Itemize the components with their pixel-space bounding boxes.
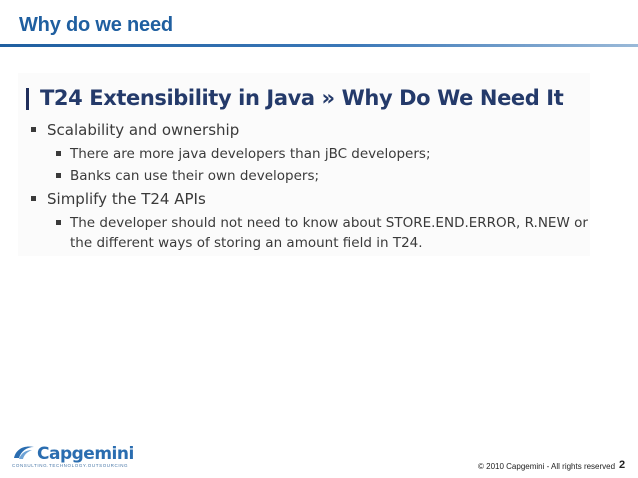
bullet-continuation: the different ways of storing an amount … [70, 235, 423, 251]
bullet-square-icon [56, 173, 61, 178]
section-heading: T24 Extensibility in Java » Why Do We Ne… [40, 86, 564, 110]
bullet-square-icon [56, 220, 61, 225]
bullet-item: There are more java developers than jBC … [56, 146, 431, 162]
copyright-notice: © 2010 Capgemini - All rights reserved [478, 462, 616, 471]
bullet-text: the different ways of storing an amount … [70, 235, 423, 251]
bullet-item: Scalability and ownership [31, 121, 240, 139]
bullet-item: The developer should not need to know ab… [56, 215, 588, 231]
bullet-text: Scalability and ownership [47, 121, 240, 139]
bullet-text: There are more java developers than jBC … [70, 146, 431, 162]
page-number: 2 [619, 459, 626, 471]
bullet-text: Simplify the T24 APIs [47, 190, 206, 208]
bullet-square-icon [31, 196, 36, 201]
bullet-item: Banks can use their own developers; [56, 168, 320, 184]
bullet-text: Banks can use their own developers; [70, 168, 320, 184]
capgemini-logo-icon [14, 446, 34, 459]
bullet-square-icon [31, 127, 36, 132]
logo-tagline: CONSULTING.TECHNOLOGY.OUTSOURCING [12, 463, 129, 468]
slide-title: Why do we need [19, 14, 173, 36]
logo-wordmark: Capgemini [37, 444, 134, 464]
capgemini-logo: Capgemini CONSULTING.TECHNOLOGY.OUTSOURC… [12, 444, 134, 470]
title-underline [0, 44, 638, 47]
bullet-square-icon [56, 151, 61, 156]
heading-accent-bar [26, 88, 29, 110]
bullet-text: The developer should not need to know ab… [70, 215, 588, 231]
bullet-item: Simplify the T24 APIs [31, 190, 206, 208]
